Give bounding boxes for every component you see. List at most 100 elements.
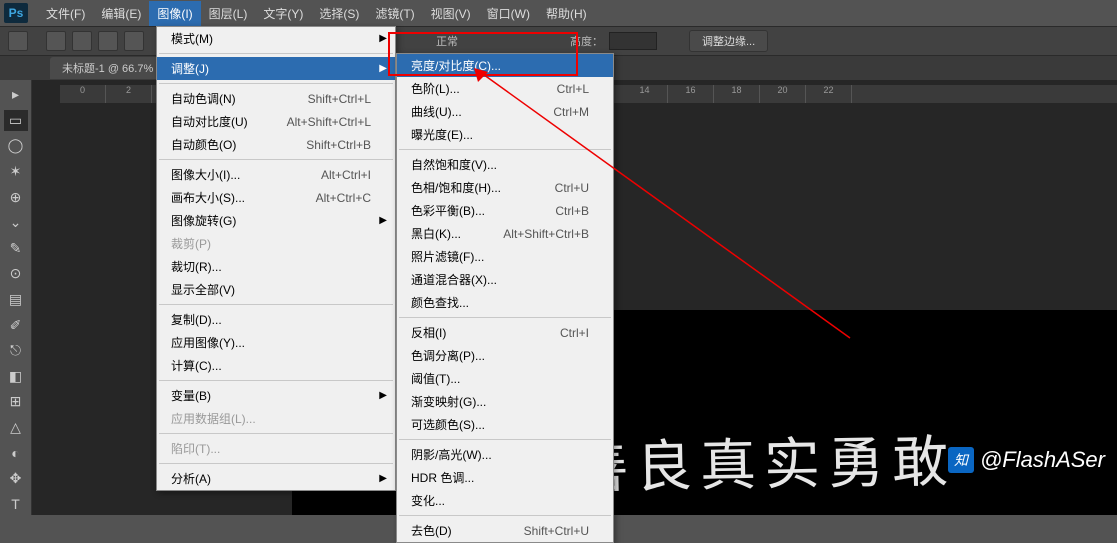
- menu-row[interactable]: 自动对比度(U)Alt+Shift+Ctrl+L: [157, 110, 395, 133]
- menu-row[interactable]: 黑白(K)...Alt+Shift+Ctrl+B: [397, 222, 613, 245]
- tool-button[interactable]: ⊞: [4, 391, 28, 413]
- menu-row[interactable]: 自然饱和度(V)...: [397, 153, 613, 176]
- ruler-mark: 18: [714, 85, 760, 103]
- menu-row-label: 应用图像(Y)...: [171, 334, 245, 351]
- menu-row[interactable]: 图像大小(I)... Alt+Ctrl+I: [157, 163, 395, 186]
- menu-row-label: 反相(I): [411, 324, 446, 341]
- tool-button[interactable]: ◧: [4, 366, 28, 388]
- menu-row[interactable]: 图像旋转(G) ▶: [157, 209, 395, 232]
- tool-button[interactable]: ◐: [4, 442, 28, 464]
- selection-mode-icon[interactable]: [46, 31, 66, 51]
- menu-item[interactable]: 编辑(E): [93, 1, 149, 26]
- menu-item[interactable]: 滤镜(T): [367, 1, 422, 26]
- tool-button[interactable]: ✶: [4, 161, 28, 183]
- menu-row-label: 色彩平衡(B)...: [411, 202, 485, 219]
- tool-button[interactable]: T: [4, 494, 28, 516]
- menu-item[interactable]: 文件(F): [38, 1, 93, 26]
- zhihu-logo-icon: 知: [948, 447, 974, 473]
- tool-button[interactable]: ⊙: [4, 263, 28, 285]
- doc-tab[interactable]: 未标题-1 @ 66.7%: [50, 57, 165, 79]
- tool-button[interactable]: ▸: [4, 84, 28, 106]
- selection-mode-icon[interactable]: [124, 31, 144, 51]
- refine-edge-button[interactable]: 调整边缘...: [689, 30, 768, 52]
- menu-shortcut: Ctrl+L: [557, 82, 589, 96]
- menu-item[interactable]: 选择(S): [311, 1, 367, 26]
- menu-item[interactable]: 图层(L): [201, 1, 256, 26]
- menu-row[interactable]: 变化...: [397, 489, 613, 512]
- menu-row-label: 黑白(K)...: [411, 225, 461, 242]
- ruler-mark: 14: [622, 85, 668, 103]
- menu-row[interactable]: 色阶(L)...Ctrl+L: [397, 77, 613, 100]
- menu-row[interactable]: 变量(B)▶: [157, 384, 395, 407]
- tool-button[interactable]: ⌄: [4, 212, 28, 234]
- submenu-arrow-icon: ▶: [379, 390, 387, 401]
- selection-mode-icon[interactable]: [98, 31, 118, 51]
- menu-row-label: 色调分离(P)...: [411, 347, 485, 364]
- menu-row[interactable]: 阈值(T)...: [397, 367, 613, 390]
- menu-shortcut: Shift+Ctrl+U: [524, 524, 589, 538]
- menu-item[interactable]: 图像(I): [149, 1, 200, 26]
- tool-button[interactable]: ✥: [4, 468, 28, 490]
- menu-row[interactable]: 色彩平衡(B)...Ctrl+B: [397, 199, 613, 222]
- menu-item[interactable]: 窗口(W): [479, 1, 538, 26]
- menu-row[interactable]: 显示全部(V): [157, 278, 395, 301]
- menu-row[interactable]: 曲线(U)...Ctrl+M: [397, 100, 613, 123]
- ruler-mark: 16: [668, 85, 714, 103]
- menu-row[interactable]: 颜色查找...: [397, 291, 613, 314]
- selection-mode-icon[interactable]: [72, 31, 92, 51]
- menu-row[interactable]: 色调分离(P)...: [397, 344, 613, 367]
- menu-row[interactable]: 反相(I)Ctrl+I: [397, 321, 613, 344]
- tool-button[interactable]: △: [4, 417, 28, 439]
- menu-row[interactable]: 画布大小(S)... Alt+Ctrl+C: [157, 186, 395, 209]
- menu-shortcut: Alt+Ctrl+C: [316, 191, 371, 205]
- menu-row[interactable]: 色相/饱和度(H)...Ctrl+U: [397, 176, 613, 199]
- menu-row-label: 画布大小(S)...: [171, 189, 245, 206]
- calligraphy-text: 善良真实勇敢: [571, 417, 956, 505]
- menu-row-label: 可选颜色(S)...: [411, 416, 485, 433]
- tool-button[interactable]: ▭: [4, 110, 28, 132]
- menu-item[interactable]: 文字(Y): [255, 1, 311, 26]
- tool-preset-icon[interactable]: [8, 31, 28, 51]
- tool-button[interactable]: ✎: [4, 238, 28, 260]
- menu-row[interactable]: 分析(A)▶: [157, 467, 395, 490]
- menu-row[interactable]: 阴影/高光(W)...: [397, 443, 613, 466]
- menu-shortcut: Shift+Ctrl+B: [306, 138, 371, 152]
- menu-shortcut: Alt+Ctrl+I: [321, 168, 371, 182]
- menu-row-label: 变化...: [411, 492, 445, 509]
- tool-button[interactable]: ▤: [4, 289, 28, 311]
- menu-row[interactable]: 渐变映射(G)...: [397, 390, 613, 413]
- menu-row[interactable]: 模式(M)▶: [157, 27, 395, 50]
- menu-row[interactable]: 裁切(R)...: [157, 255, 395, 278]
- menu-row[interactable]: 去色(D)Shift+Ctrl+U: [397, 519, 613, 542]
- menu-row[interactable]: 自动色调(N)Shift+Ctrl+L: [157, 87, 395, 110]
- menu-row-label: HDR 色调...: [411, 469, 474, 486]
- menu-row[interactable]: 自动颜色(O)Shift+Ctrl+B: [157, 133, 395, 156]
- menu-row-label: 显示全部(V): [171, 281, 235, 298]
- menu-row[interactable]: 通道混合器(X)...: [397, 268, 613, 291]
- tool-button[interactable]: ✐: [4, 314, 28, 336]
- menu-row: 裁剪(P): [157, 232, 395, 255]
- submenu-arrow-icon: ▶: [379, 63, 387, 74]
- menu-row-label: 照片滤镜(F)...: [411, 248, 484, 265]
- tool-button[interactable]: ⊕: [4, 186, 28, 208]
- menu-item[interactable]: 视图(V): [423, 1, 479, 26]
- menu-row[interactable]: 照片滤镜(F)...: [397, 245, 613, 268]
- menu-row-label: 图像旋转(G): [171, 212, 236, 229]
- menu-row[interactable]: 应用图像(Y)...: [157, 331, 395, 354]
- menu-row[interactable]: 复制(D)...: [157, 308, 395, 331]
- menu-row-label: 分析(A): [171, 470, 211, 487]
- menu-row-label: 图像大小(I)...: [171, 166, 240, 183]
- menu-row-label: 自然饱和度(V)...: [411, 156, 497, 173]
- menu-row[interactable]: HDR 色调...: [397, 466, 613, 489]
- menu-row[interactable]: 调整(J)▶: [157, 57, 395, 80]
- menu-shortcut: Shift+Ctrl+L: [308, 92, 371, 106]
- menu-row[interactable]: 计算(C)...: [157, 354, 395, 377]
- menu-item[interactable]: 帮助(H): [538, 1, 595, 26]
- tool-button[interactable]: ⎋: [4, 340, 28, 362]
- height-input[interactable]: [609, 32, 657, 50]
- menu-row[interactable]: 可选颜色(S)...: [397, 413, 613, 436]
- submenu-arrow-icon: ▶: [379, 215, 387, 226]
- menu-row[interactable]: 曝光度(E)...: [397, 123, 613, 146]
- tool-button[interactable]: ◯: [4, 135, 28, 157]
- ruler-mark: 0: [60, 85, 106, 103]
